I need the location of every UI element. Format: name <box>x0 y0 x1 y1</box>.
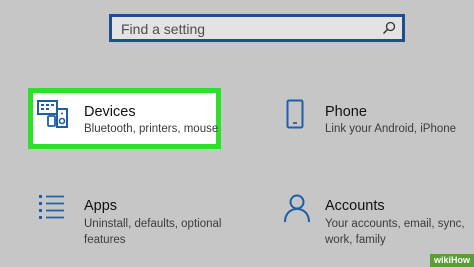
tile-devices-desc: Bluetooth, printers, mouse <box>84 123 219 135</box>
tile-accounts-title: Accounts <box>325 198 385 214</box>
tile-devices[interactable]: Devices Bluetooth, printers, mouse <box>28 88 221 149</box>
tile-apps-desc: Uninstall, defaults, optional features <box>84 218 222 246</box>
apps-icon <box>39 195 64 219</box>
person-icon <box>284 194 310 223</box>
tile-apps-title: Apps <box>84 198 118 214</box>
search-input[interactable]: Find a setting <box>109 14 405 42</box>
devices-icon <box>37 100 68 128</box>
tile-phone-title: Phone <box>325 104 367 120</box>
phone-icon <box>286 99 304 129</box>
search-placeholder: Find a setting <box>121 21 206 37</box>
wikihow-watermark: wikiHow <box>430 254 474 267</box>
tile-devices-title: Devices <box>84 104 136 120</box>
tile-phone-desc: Link your Android, iPhone <box>325 123 457 135</box>
tile-phone[interactable]: Phone Link your Android, iPhone <box>280 95 470 145</box>
tile-accounts[interactable]: Accounts Your accounts, email, sync, wor… <box>280 190 470 250</box>
tile-apps[interactable]: Apps Uninstall, defaults, optional featu… <box>28 190 228 250</box>
tile-accounts-desc: Your accounts, email, sync, work, family <box>325 218 465 246</box>
search-icon[interactable] <box>382 21 396 35</box>
